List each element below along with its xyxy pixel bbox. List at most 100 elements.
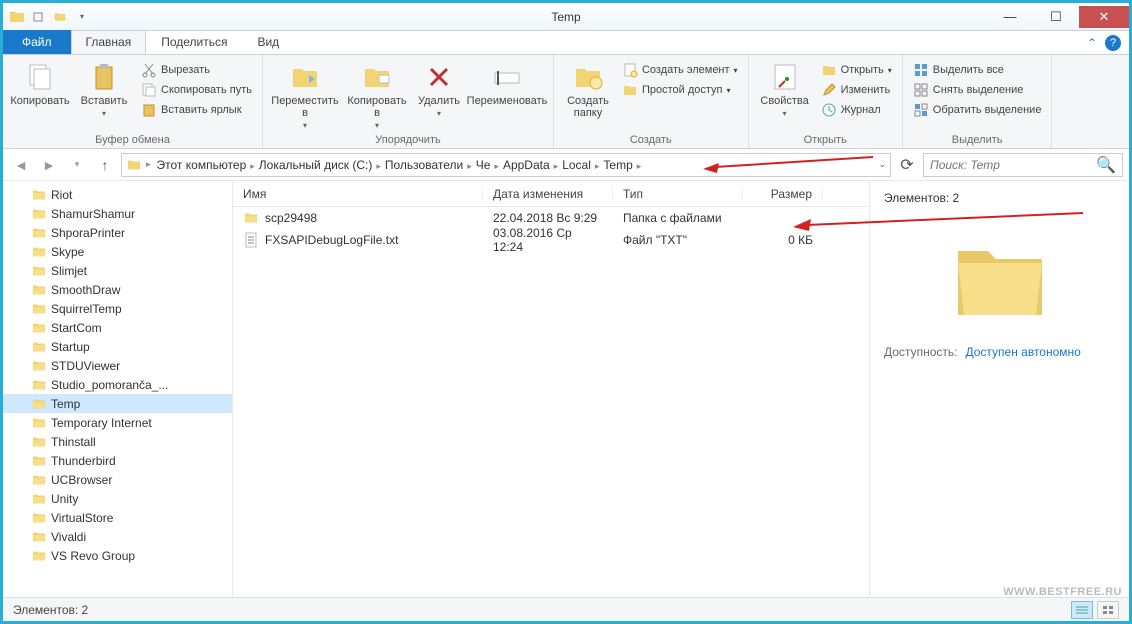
chevron-right-icon[interactable]: ▸ — [248, 161, 257, 171]
folder-icon — [31, 340, 47, 354]
tab-view[interactable]: Вид — [242, 30, 294, 54]
txt-file-icon — [243, 232, 259, 248]
forward-button[interactable]: ► — [37, 153, 61, 177]
tree-item[interactable]: StartCom — [3, 318, 232, 337]
col-size[interactable]: Размер — [743, 187, 823, 201]
tree-item[interactable]: VirtualStore — [3, 508, 232, 527]
crumb[interactable]: Local — [560, 158, 593, 172]
properties-button[interactable]: Свойства▾ — [755, 57, 815, 118]
close-button[interactable]: ✕ — [1079, 6, 1129, 28]
tree-item[interactable]: SquirrelTemp — [3, 299, 232, 318]
crumb[interactable]: Локальный диск (C:) — [257, 158, 375, 172]
tree-item[interactable]: Startup — [3, 337, 232, 356]
chevron-right-icon[interactable]: ▸ — [374, 161, 383, 171]
pasteshortcut-button[interactable]: Вставить ярлык — [137, 101, 256, 119]
col-date[interactable]: Дата изменения — [483, 187, 613, 201]
folder-icon — [9, 9, 25, 25]
tree-item[interactable]: Unity — [3, 489, 232, 508]
tab-main[interactable]: Главная — [71, 30, 147, 54]
qat-button[interactable] — [51, 8, 69, 26]
folder-icon — [31, 511, 47, 525]
tree-item[interactable]: Slimjet — [3, 261, 232, 280]
icons-view-button[interactable] — [1097, 601, 1119, 619]
minimize-button[interactable]: — — [987, 6, 1033, 28]
tree-item[interactable]: VS Revo Group — [3, 546, 232, 565]
search-icon: 🔍 — [1096, 155, 1116, 175]
tab-share[interactable]: Поделиться — [146, 30, 242, 54]
folder-icon — [31, 378, 47, 392]
copy-button[interactable]: Копировать — [9, 57, 71, 107]
nav-tree[interactable]: RiotShamurShamurShporaPrinterSkypeSlimje… — [3, 181, 233, 597]
back-button[interactable]: ◄ — [9, 153, 33, 177]
moveto-button[interactable]: Переместить в▾ — [269, 57, 341, 130]
chevron-right-icon[interactable]: ▸ — [465, 161, 474, 171]
tree-item[interactable]: Skype — [3, 242, 232, 261]
folder-icon — [31, 492, 47, 506]
folder-icon — [31, 473, 47, 487]
delete-button[interactable]: Удалить▾ — [413, 57, 465, 118]
details-view-button[interactable] — [1071, 601, 1093, 619]
folder-icon — [950, 235, 1050, 325]
chevron-up-icon[interactable]: ⌃ — [1087, 36, 1097, 50]
tree-item[interactable]: Studio_pomoranča_... — [3, 375, 232, 394]
edit-button[interactable]: Изменить — [817, 81, 896, 99]
qat-button[interactable] — [29, 8, 47, 26]
list-header: Имя Дата изменения Тип Размер — [233, 181, 869, 207]
tree-item[interactable]: Riot — [3, 185, 232, 204]
tree-item[interactable]: Thunderbird — [3, 451, 232, 470]
availability-label: Доступность: — [884, 345, 957, 359]
cut-button[interactable]: Вырезать — [137, 61, 256, 79]
copypath-button[interactable]: Скопировать путь — [137, 81, 256, 99]
tree-item[interactable]: UCBrowser — [3, 470, 232, 489]
open-button[interactable]: Открыть ▾ — [817, 61, 896, 79]
crumb[interactable]: Temp — [601, 158, 634, 172]
status-bar: Элементов: 2 — [3, 597, 1129, 621]
maximize-button[interactable]: ☐ — [1033, 6, 1079, 28]
chevron-right-icon[interactable]: ▸ — [635, 161, 644, 171]
refresh-button[interactable]: ⟳ — [895, 153, 919, 177]
history-button[interactable]: Журнал — [817, 101, 896, 119]
tree-item[interactable]: Vivaldi — [3, 527, 232, 546]
window-title: Temp — [551, 10, 580, 24]
tree-item[interactable]: ShporaPrinter — [3, 223, 232, 242]
rename-button[interactable]: Переименовать — [467, 57, 547, 107]
invertselect-button[interactable]: Обратить выделение — [909, 101, 1046, 119]
tab-file[interactable]: Файл — [3, 30, 71, 54]
crumb[interactable]: Пользователи — [383, 158, 465, 172]
selectnone-button[interactable]: Снять выделение — [909, 81, 1046, 99]
tree-item[interactable]: Temp — [3, 394, 232, 413]
help-icon[interactable]: ? — [1105, 35, 1121, 51]
folder-icon — [31, 530, 47, 544]
recent-dropdown[interactable]: ▾ — [65, 153, 89, 177]
folder-icon — [243, 211, 259, 225]
breadcrumb[interactable]: ▸ Этот компьютер▸Локальный диск (C:)▸Пол… — [121, 153, 891, 177]
tree-item[interactable]: Thinstall — [3, 432, 232, 451]
crumb[interactable]: Че — [474, 158, 493, 172]
qat-dropdown[interactable]: ▾ — [73, 8, 91, 26]
chevron-down-icon[interactable]: ⌄ — [878, 159, 886, 170]
col-name[interactable]: Имя — [233, 187, 483, 201]
tree-item[interactable]: Temporary Internet — [3, 413, 232, 432]
easyaccess-button[interactable]: Простой доступ ▾ — [618, 81, 742, 99]
col-type[interactable]: Тип — [613, 187, 743, 201]
tree-item[interactable]: STDUViewer — [3, 356, 232, 375]
tree-item[interactable]: ShamurShamur — [3, 204, 232, 223]
group-organize: Упорядочить — [269, 132, 547, 148]
copyto-button[interactable]: Копировать в▾ — [343, 57, 411, 130]
file-list[interactable]: scp2949822.04.2018 Вс 9:29Папка с файлам… — [233, 207, 869, 597]
up-button[interactable]: ↑ — [93, 153, 117, 177]
folder-icon — [31, 416, 47, 430]
folder-icon — [31, 359, 47, 373]
newitem-button[interactable]: Создать элемент ▾ — [618, 61, 742, 79]
titlebar: ▾ Temp — ☐ ✕ — [3, 3, 1129, 31]
chevron-right-icon[interactable]: ▸ — [552, 161, 561, 171]
search-input[interactable]: 🔍 — [923, 153, 1123, 177]
chevron-right-icon[interactable]: ▸ — [492, 161, 501, 171]
crumb[interactable]: AppData — [501, 158, 552, 172]
crumb[interactable]: Этот компьютер — [155, 158, 249, 172]
newfolder-button[interactable]: Создать папку — [560, 57, 616, 119]
selectall-button[interactable]: Выделить все — [909, 61, 1046, 79]
list-row[interactable]: FXSAPIDebugLogFile.txt03.08.2016 Ср 12:2… — [233, 229, 869, 251]
tree-item[interactable]: SmoothDraw — [3, 280, 232, 299]
paste-button[interactable]: Вставить▾ — [73, 57, 135, 118]
